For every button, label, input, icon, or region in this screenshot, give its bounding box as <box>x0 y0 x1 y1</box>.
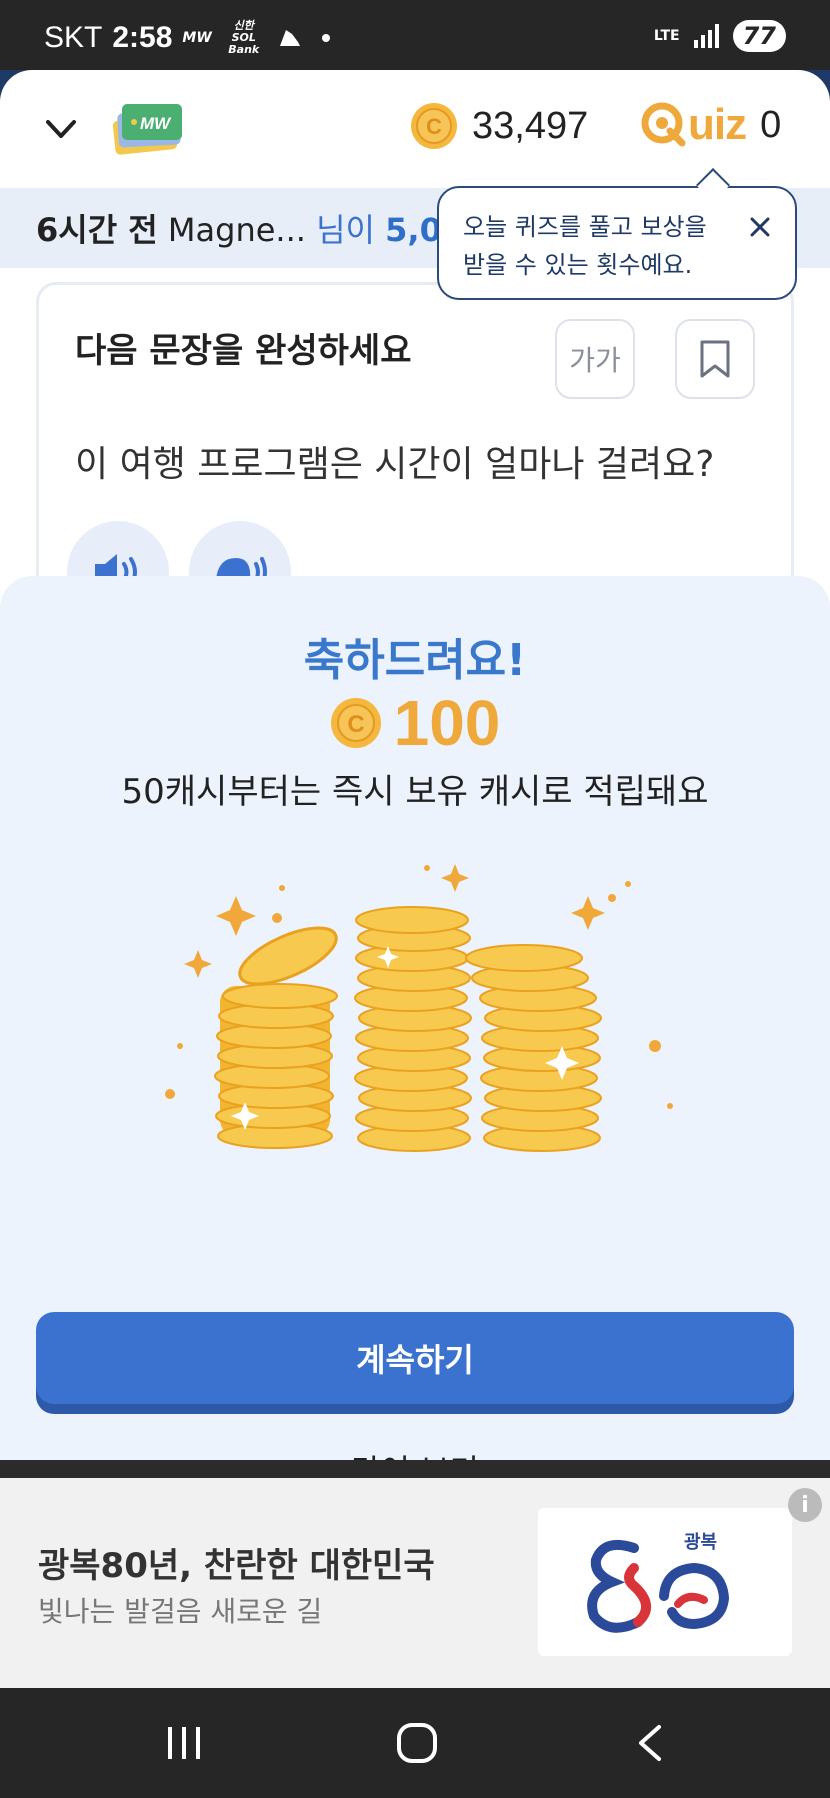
coin-icon: C <box>330 698 381 748</box>
home-icon <box>397 1723 437 1763</box>
quiz-screen: MW C 33,497 uiz 0 6시간 전 Magne... 님이 5,00… <box>0 70 830 1460</box>
status-bar: SKT 2:58 MW 신한 SOL Bank LTE 77 <box>0 0 830 70</box>
network-type: LTE <box>653 28 680 44</box>
coin-stack-left <box>214 926 338 1149</box>
tooltip-tail <box>696 168 730 202</box>
ticker-text: 6시간 전 Magne... 님이 5,00 <box>36 205 464 251</box>
status-right: LTE 77 <box>654 20 786 52</box>
ad-banner[interactable]: 광복80년, 찬란한 대한민국 빛나는 발걸음 새로운 길 광복 i <box>0 1478 830 1688</box>
quiz-counter[interactable]: uiz 0 <box>640 100 781 150</box>
ticker-suffix: 님이 <box>316 211 375 249</box>
recent-apps-icon <box>168 1727 200 1759</box>
battery-indicator: 77 <box>732 20 786 52</box>
continue-button[interactable]: 계속하기 <box>36 1312 794 1404</box>
coin-stack-right <box>465 944 602 1152</box>
liberation-80-logo: 광복 <box>587 1532 730 1633</box>
recent-apps-button[interactable] <box>154 1718 214 1768</box>
cash-balance-value: 33,497 <box>472 104 589 147</box>
quiz-sentence: 이 여행 프로그램은 시간이 얼마나 걸려요? <box>75 444 715 485</box>
sol-bank-notification-icon: 신한 SOL Bank <box>228 19 260 56</box>
reward-note: 50캐시부터는 즉시 보유 캐시로 적립돼요 <box>121 772 709 812</box>
view-words-button[interactable]: 단어 보기 <box>0 1446 830 1460</box>
close-icon[interactable] <box>749 216 771 238</box>
quiz-instruction: 다음 문장을 완성하세요 <box>75 331 412 371</box>
reward-title: 축하드려요! <box>303 635 527 686</box>
quiz-logo: uiz <box>640 100 747 150</box>
carrier: SKT <box>44 21 103 54</box>
quiz-label: uiz <box>688 100 747 149</box>
bookmark-button[interactable] <box>675 319 755 399</box>
home-button[interactable] <box>387 1718 447 1768</box>
svg-text:C: C <box>426 114 442 139</box>
system-navigation-bar <box>0 1688 830 1798</box>
quiz-count-tooltip: 오늘 퀴즈를 풀고 보상을 받을 수 있는 횟수예요. <box>437 168 797 300</box>
clock: 2:58 <box>112 21 173 54</box>
cash-balance[interactable]: C 33,497 <box>410 102 588 150</box>
coin-icon: C <box>411 103 457 149</box>
svg-text:MW: MW <box>140 114 172 133</box>
quiz-q-icon <box>641 102 686 147</box>
back-icon <box>639 1725 661 1761</box>
status-left: SKT 2:58 MW 신한 SOL Bank <box>44 20 330 56</box>
mw-notification-icon: MW <box>182 30 212 46</box>
ticker-time: 6시간 전 <box>36 211 158 249</box>
ad-subtitle: 빛나는 발걸음 새로운 길 <box>38 1595 323 1628</box>
tooltip-text: 오늘 퀴즈를 풀고 보상을 받을 수 있는 횟수예요. <box>463 213 707 279</box>
ad-logo-text: 광복 <box>684 1532 717 1553</box>
ticker-user: Magne... <box>167 211 306 249</box>
ad-title: 광복80년, 찬란한 대한민국 <box>38 1546 435 1586</box>
more-notifications-dot <box>321 34 330 42</box>
sneaker-notification-icon <box>279 30 300 46</box>
reward-amount: 100 <box>393 687 501 759</box>
font-size-button[interactable]: 가가 <box>555 319 635 399</box>
ad-info-icon[interactable]: i <box>788 1488 822 1522</box>
quiz-count: 0 <box>760 103 782 146</box>
mw-cards-logo[interactable]: MW <box>110 98 186 158</box>
coin-stacks-illustration <box>165 864 673 1152</box>
reward-amount-row: C 100 <box>0 686 830 760</box>
bookmark-icon <box>700 340 730 378</box>
back-button[interactable] <box>620 1718 680 1768</box>
reward-bottom-sheet: 축하드려요! C 100 50캐시부터는 즉시 보유 캐시로 적립돼요 계속하기 <box>0 576 830 1460</box>
signal-icon <box>693 24 719 48</box>
chevron-down-icon[interactable] <box>44 112 78 146</box>
ad-image[interactable]: 광복 <box>538 1508 792 1656</box>
coin-stack-middle <box>354 906 472 1152</box>
svg-text:C: C <box>347 711 364 738</box>
